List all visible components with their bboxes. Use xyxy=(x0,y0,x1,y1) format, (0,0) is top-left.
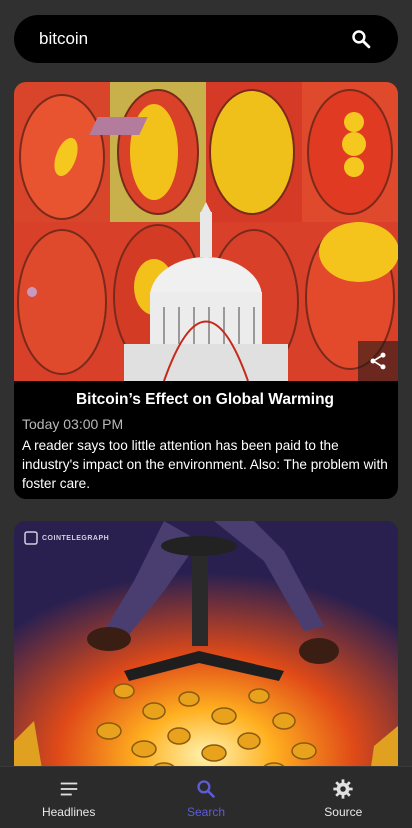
article-title[interactable]: Bitcoin’s Effect on Global Warming xyxy=(22,390,388,410)
search-icon xyxy=(352,30,371,49)
search-bar xyxy=(14,15,398,63)
search-button[interactable] xyxy=(350,28,372,50)
nav-headlines[interactable]: Headlines xyxy=(4,767,134,828)
article-description: A reader says too little attention has b… xyxy=(22,438,388,491)
app-screen: Bitcoin’s Effect on Global Warming Today… xyxy=(0,0,412,828)
nav-search-label: Search xyxy=(186,805,225,819)
nav-source[interactable]: Source xyxy=(278,767,408,828)
cointelegraph-logo: COINTELEGRAPH xyxy=(24,531,109,545)
nav-source-label: Source xyxy=(324,805,363,819)
headlines-icon xyxy=(60,782,77,796)
article-image: COINTELEGRAPH xyxy=(14,521,398,781)
search-input[interactable] xyxy=(39,29,339,49)
article-card[interactable]: Bitcoin’s Effect on Global Warming Today… xyxy=(14,82,398,499)
bottom-navigation: Headlines Search Source xyxy=(0,766,412,828)
article-time: Today 03:00 PM xyxy=(22,416,124,432)
article-card[interactable]: COINTELEGRAPH xyxy=(14,521,398,781)
cointelegraph-logo-icon xyxy=(24,531,38,545)
article-body: Bitcoin’s Effect on Global Warming Today… xyxy=(14,381,398,493)
share-icon xyxy=(370,352,386,370)
share-button[interactable] xyxy=(358,341,398,381)
cointelegraph-logo-text: COINTELEGRAPH xyxy=(42,534,110,542)
gear-icon xyxy=(333,779,353,799)
nav-search[interactable]: Search xyxy=(141,767,271,828)
nav-headlines-label: Headlines xyxy=(41,805,96,819)
article-image xyxy=(14,82,398,381)
search-icon xyxy=(197,780,215,798)
